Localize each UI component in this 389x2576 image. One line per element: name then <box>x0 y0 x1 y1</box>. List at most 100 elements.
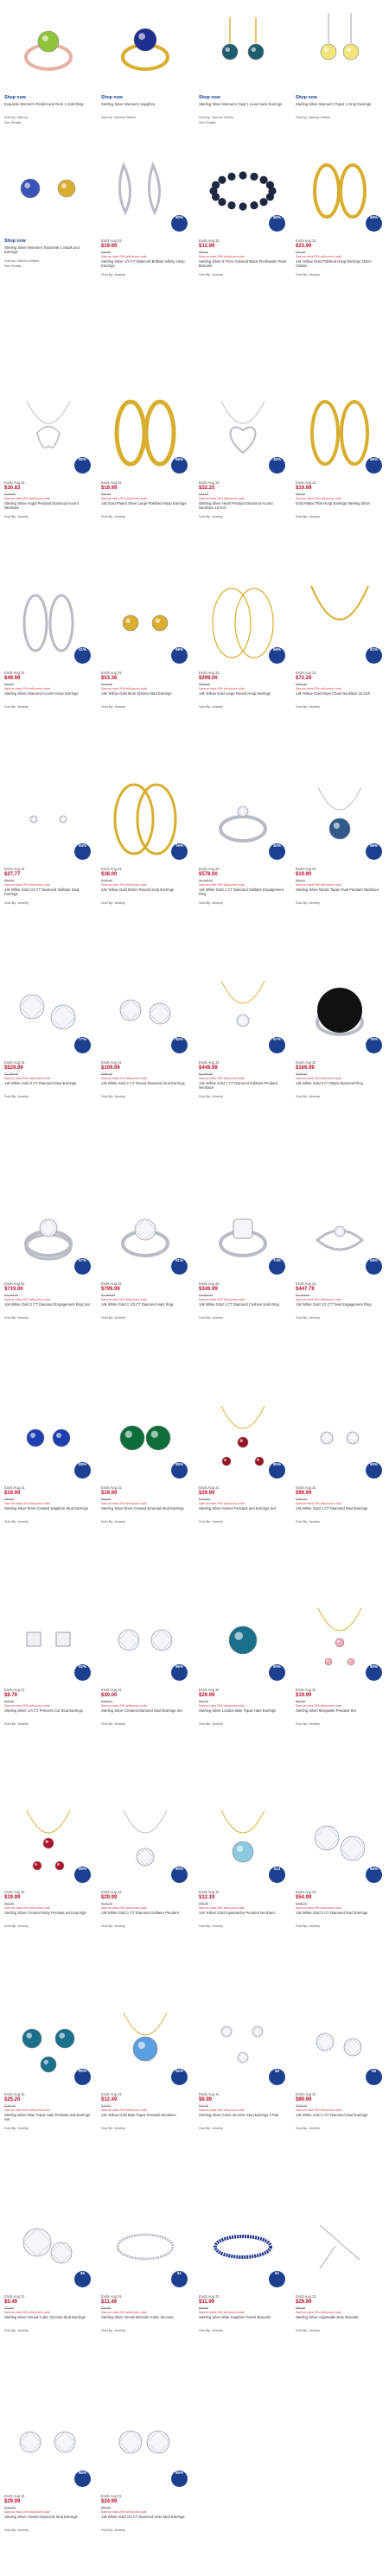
product-image[interactable]: 41% <box>3 576 94 667</box>
product-image[interactable]: 82% <box>3 1593 94 1684</box>
product-card[interactable]: Shop now Sterling Silver Women's Topaz 1 … <box>291 0 388 121</box>
product-card[interactable]: Shop now Sterling Silver Women's Sapphire… <box>97 0 194 121</box>
product-title[interactable]: Sterling Silver Blue Sapphire Tennis Bra… <box>199 2315 287 2329</box>
product-title[interactable]: Sterling Silver Cluster Diamond Stud Ear… <box>4 2515 92 2528</box>
product-image[interactable]: 80% <box>99 1390 191 1482</box>
product-card[interactable]: 69% Ends Aug 31 $23.99 $79.99 Save an extra … <box>291 143 388 278</box>
product-card[interactable]: $13 Ends Aug 31 $12.19 $99.99 Save an extra … <box>194 1795 291 1930</box>
product-image[interactable]: 76% <box>99 772 191 863</box>
shop-now-link[interactable]: Shop now <box>4 95 92 102</box>
product-image[interactable]: $9 <box>294 1997 386 2089</box>
product-title[interactable]: 14k White Gold 2 CT Diamond Engagement R… <box>4 1302 92 1316</box>
product-image[interactable]: 80% <box>197 1390 289 1482</box>
product-card[interactable]: Shop now Exquisite Women's Peridot and Ge… <box>0 0 97 126</box>
product-card[interactable]: $9 Ends Aug 31 $8.99 $39.99 Save an extra 20… <box>194 1997 291 2132</box>
product-title[interactable]: 14k Yellow Gold Aquamarine Pendant Neckl… <box>199 1911 287 1924</box>
product-image[interactable]: $1 <box>99 2199 191 2291</box>
product-image[interactable]: 82% <box>99 965 191 1057</box>
product-card[interactable]: 81% Ends Aug 31 $799.99 $3,299.99 Save an ex… <box>97 1186 194 1321</box>
product-title[interactable]: 14k Yellow Gold 5mm Sphere Stud Earrings <box>101 691 189 705</box>
product-card[interactable]: 69% Ends Aug 31 $53.36 $149.99 Save an extra… <box>97 576 194 710</box>
product-title[interactable]: 14k White Gold 2 CT Diamond Stud Earring… <box>4 1081 92 1095</box>
product-image[interactable]: $13 <box>197 1795 289 1886</box>
product-title[interactable]: Sterling Silver Created Ruby Pendant and… <box>4 1911 92 1924</box>
product-title[interactable]: Sterling Silver Heart Pendant Diamond Ac… <box>199 501 287 515</box>
product-card[interactable]: $9 Ends Aug 31 $89.99 $299.99 Save an extra … <box>291 1997 388 2132</box>
product-card[interactable]: 77% Ends Aug 31 $529.99 $2,299.99 Save an ex… <box>0 965 97 1100</box>
product-image[interactable]: $1 <box>197 2199 289 2291</box>
product-card[interactable]: 80% Ends Aug 31 $19.99 $99.99 Save an extra … <box>0 1390 97 1525</box>
product-image[interactable]: 67% <box>3 1186 94 1278</box>
product-card[interactable]: Ends Aug 31 $29.99 $99.99 Save an extra 20%… <box>291 2199 388 2334</box>
product-image[interactable]: 80% <box>99 2399 191 2490</box>
shop-now-link[interactable]: Shop now <box>296 95 384 102</box>
product-image[interactable]: 81% <box>99 1186 191 1278</box>
product-image[interactable]: 40% <box>197 772 289 863</box>
product-card[interactable]: 81% Ends Aug 31 $72.26 $199.99 Save an extra… <box>291 576 388 710</box>
details-link[interactable]: See Details <box>4 121 92 126</box>
shop-now-link[interactable]: Shop now <box>4 239 92 245</box>
shop-now-link[interactable]: Shop now <box>101 95 189 102</box>
product-title[interactable]: Sterling Silver Adjustable Bolo Bracelet <box>296 2315 384 2329</box>
product-image[interactable]: 60% <box>294 1186 386 1278</box>
product-card[interactable]: 76% Ends Aug 31 $38.00 $159.00 Save an extra… <box>97 772 194 906</box>
product-image[interactable]: 80% <box>99 143 191 235</box>
product-title[interactable]: 14k White Gold 5 CT Black Diamond Ring <box>296 1081 384 1095</box>
product-title[interactable]: 14k Yellow Gold 50mm Round Hoop Earrings <box>101 887 189 901</box>
product-image[interactable]: 78% <box>294 965 386 1057</box>
product-card[interactable]: 80% Ends Aug 31 $19.99 $99.99 Save an extra … <box>97 1390 194 1525</box>
product-image[interactable]: 69% <box>99 385 191 477</box>
product-image[interactable]: 80% <box>197 143 289 235</box>
product-card[interactable]: 92% Ends Aug 31 $12.49 $79.99 Save an extra … <box>97 1997 194 2132</box>
product-title[interactable]: Gold Plated Thin Hoop Earrings Sterling … <box>296 501 384 515</box>
product-image[interactable]: 74% <box>197 1186 289 1278</box>
product-title[interactable]: 14k White Gold 1 CT Diamond Stud Earring… <box>296 1506 384 1520</box>
shop-now-link[interactable]: Shop now <box>199 95 287 102</box>
product-title[interactable]: 14k White Gold 1 CT Diamond Solitaire Pe… <box>101 1911 189 1924</box>
product-title[interactable]: Sterling Silver Women's Sapphire <box>101 102 189 116</box>
product-image[interactable] <box>3 0 94 92</box>
product-title[interactable]: Sterling Silver Diamond Accent Hoop Earr… <box>4 691 92 705</box>
product-image[interactable]: 80% <box>99 1795 191 1886</box>
product-card[interactable]: 40% Ends Aug 31 $578.00 $1,199.00 Save an ex… <box>194 772 291 906</box>
product-image[interactable]: 69% <box>294 143 386 235</box>
product-card[interactable]: $1 Ends Aug 31 $11.49 $49.99 Save an extra 2… <box>97 2199 194 2334</box>
product-title[interactable]: 14k Yellow Gold Rope Chain Necklace 18 i… <box>296 691 384 705</box>
product-title[interactable]: Sterling Silver Women's Tanzanite 1 Stud… <box>4 245 92 259</box>
product-image[interactable]: 69% <box>99 576 191 667</box>
product-card[interactable]: 78% Ends Aug 31 $169.99 $799.99 Save an extr… <box>291 965 388 1100</box>
product-card[interactable]: 67% Ends Aug 31 $719.00 $2,199.00 Save an ex… <box>0 1186 97 1321</box>
product-image[interactable] <box>3 143 94 235</box>
product-title[interactable]: 14k Yellow Gold Large Round Hoop Earring… <box>199 691 287 705</box>
product-title[interactable]: 14k White Gold 1 CT Diamond Stud Earring… <box>296 2113 384 2127</box>
product-image[interactable]: 85% <box>99 1593 191 1684</box>
product-title[interactable]: 14k Gold Plated Silver Large Polished Ho… <box>101 501 189 515</box>
product-card[interactable]: 80% Ends Aug 31 $29.99 $149.99 Save an extra… <box>194 1390 291 1525</box>
product-title[interactable]: Sterling Silver Created Diamond Stud Ear… <box>101 1708 189 1722</box>
product-card[interactable]: 80% Ends Aug 31 $19.99 $99.99 Save an extra … <box>0 1795 97 1930</box>
product-card[interactable]: 60% Ends Aug 31 $447.79 $1,199.00 Save an ex… <box>291 1186 388 1321</box>
product-card[interactable]: 82% Ends Aug 31 $109.99 $599.99 Save an extr… <box>97 965 194 1100</box>
product-title[interactable]: Sterling Silver Women's Opal 1 Lever bac… <box>199 102 287 116</box>
product-title[interactable]: Sterling Silver Blue Topaz Halo Pendant … <box>4 2113 92 2127</box>
product-image[interactable] <box>197 0 289 92</box>
product-image[interactable]: $5 <box>3 2199 94 2291</box>
product-image[interactable]: 40% <box>197 385 289 477</box>
product-title[interactable]: Sterling Silver 1/4 CT Princess Cut Stud… <box>4 1708 92 1722</box>
product-title[interactable]: 14k White Gold 1 CT Diamond Solitaire En… <box>199 887 287 901</box>
product-card[interactable]: 40% Ends Aug 31 $32.25 $99.00 Save an extra … <box>194 385 291 520</box>
product-card[interactable]: 80% Ends Aug 31 $29.99 $99.99 Save an extra … <box>194 1593 291 1727</box>
product-card[interactable]: 74% Ends Aug 31 $349.99 $1,399.99 Save an ex… <box>194 1186 291 1321</box>
product-title[interactable]: Sterling Silver Cubic Zirconia Stud Earr… <box>199 2113 287 2127</box>
product-image[interactable]: 81% <box>294 576 386 667</box>
product-card[interactable]: 66% Ends Aug 31 $19.90 $59.00 Save an extra … <box>291 772 388 906</box>
product-title[interactable]: Sterling Silver Morganite Pendant Set <box>296 1708 384 1722</box>
product-title[interactable]: Sterling Silver Women's Topaz 1 Drop Ear… <box>296 102 384 116</box>
details-link[interactable]: See Details <box>199 121 287 126</box>
product-card[interactable]: 84% Ends Aug 31 $27.77 $99.00 Save an extra … <box>0 772 97 906</box>
product-title[interactable]: Sterling Silver 1/3 CT Diamond Brilliant… <box>101 259 189 273</box>
product-card[interactable]: $1 Ends Aug 31 $11.99 $59.99 Save an extra 2… <box>194 2199 291 2334</box>
product-image[interactable]: $9 <box>197 1997 289 2089</box>
product-title[interactable]: Exquisite Women's Peridot and Gem 1 Gold… <box>4 102 92 116</box>
product-title[interactable]: Sterling Silver Mystic Topaz Oval Pendan… <box>296 887 384 901</box>
